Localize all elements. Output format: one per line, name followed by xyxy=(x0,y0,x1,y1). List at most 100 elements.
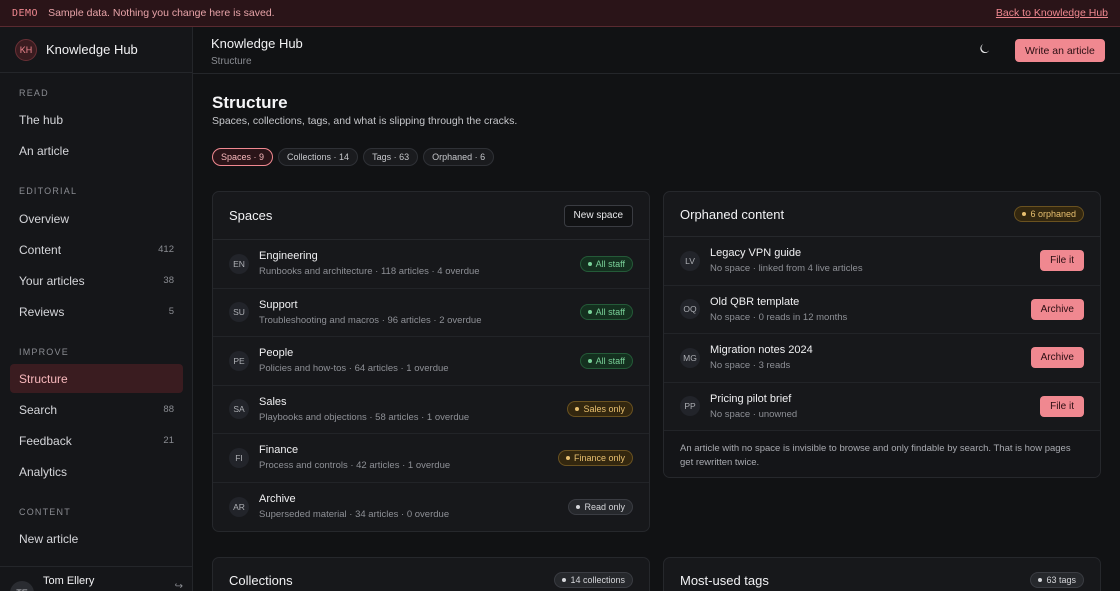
sidebar-item-label: The hub xyxy=(19,112,64,127)
chip-orphaned[interactable]: Orphaned · 6 xyxy=(423,148,495,166)
space-name: People xyxy=(259,347,294,360)
article-meta: No space · linked from 4 live articles xyxy=(710,263,863,275)
space-meta: Process and controls · 42 articles · 1 o… xyxy=(259,460,451,472)
table-row[interactable]: EN Engineering Runbooks and architecture … xyxy=(213,240,649,289)
sidebar-item-overview[interactable]: Overview xyxy=(0,204,193,233)
sidebar-item-structure[interactable]: Structure xyxy=(10,364,183,393)
tags-count-badge: 63 tags xyxy=(1030,572,1084,588)
write-article-button[interactable]: Write an article xyxy=(1015,39,1105,62)
nav-section-content: CONTENT xyxy=(19,507,71,517)
sidebar-item-label: An article xyxy=(19,143,70,158)
list-item[interactable]: LV Legacy VPN guide No space · linked fro… xyxy=(664,237,1100,286)
avatar: AR xyxy=(229,496,249,517)
badge-label: All staff xyxy=(595,307,625,318)
avatar: LV xyxy=(680,250,700,271)
sidebar-item-feedback[interactable]: Feedback 21 xyxy=(0,426,193,455)
tags-card-header: Most-used tags 63 tags xyxy=(664,558,1100,591)
status-badge: All staff xyxy=(579,304,633,321)
page-subtitle: Spaces, collections, tags, and what is s… xyxy=(212,115,518,127)
sidebar-item-an-article[interactable]: An article xyxy=(0,136,193,165)
table-row[interactable]: SA Sales Playbooks and objections · 58 ar… xyxy=(213,386,649,434)
space-name: Archive xyxy=(259,493,296,506)
sidebar-item-label: Content xyxy=(19,242,62,257)
sidebar-item-label: Reviews xyxy=(19,304,65,319)
file-it-button[interactable]: File it xyxy=(1040,250,1084,272)
chip-spaces[interactable]: Spaces · 9 xyxy=(212,148,274,166)
sign-out-icon[interactable]: ↪ xyxy=(175,581,183,591)
sidebar-item-new-article[interactable]: New article xyxy=(0,524,193,553)
avatar: OQ xyxy=(680,299,700,320)
space-name: Support xyxy=(259,298,298,311)
list-item[interactable]: PP Pricing pilot brief No space · unowned… xyxy=(664,383,1100,431)
topbar: Knowledge Hub Structure Write an article xyxy=(193,27,1120,74)
archive-button[interactable]: Archive xyxy=(1030,298,1084,320)
table-row[interactable]: FI Finance Process and controls · 42 arti… xyxy=(213,434,649,483)
dot-icon xyxy=(562,578,567,582)
avatar: PE xyxy=(229,350,249,371)
spaces-card-header: Spaces New space xyxy=(213,192,649,240)
status-badge: Sales only xyxy=(567,401,633,418)
topbar-title: Knowledge Hub xyxy=(211,36,303,51)
orphaned-note: An article with no space is invisible to… xyxy=(664,431,1100,477)
sidebar-item-label: New article xyxy=(19,531,79,546)
orphaned-count-badge: 6 orphaned xyxy=(1014,206,1084,222)
new-space-button[interactable]: New space xyxy=(563,204,633,227)
back-to-hub-link[interactable]: Back to Knowledge Hub xyxy=(996,7,1108,19)
user-profile[interactable]: TE Tom Ellery ↪ xyxy=(0,566,193,591)
avatar: FI xyxy=(229,447,249,468)
main-content: Structure Spaces, collections, tags, and… xyxy=(193,74,1120,591)
avatar: MG xyxy=(680,347,700,368)
avatar: SU xyxy=(229,302,249,323)
list-item[interactable]: MG Migration notes 2024 No space · 3 read… xyxy=(664,334,1100,383)
badge-label: Read only xyxy=(584,501,625,512)
sidebar-item-label: Feedback xyxy=(19,433,72,448)
breadcrumb: Structure xyxy=(211,56,252,67)
avatar: PP xyxy=(680,396,700,417)
moon-icon[interactable] xyxy=(979,43,995,59)
sidebar-item-the-hub[interactable]: The hub xyxy=(0,105,193,134)
sidebar-item-analytics[interactable]: Analytics xyxy=(0,457,193,486)
sidebar-item-content[interactable]: Content 412 xyxy=(0,235,193,264)
article-name: Pricing pilot brief xyxy=(710,392,792,405)
space-name: Sales xyxy=(259,395,287,408)
archive-button[interactable]: Archive xyxy=(1030,347,1084,369)
demo-banner: DEMO Sample data. Nothing you change her… xyxy=(0,0,1120,27)
sidebar-item-your-articles[interactable]: Your articles 38 xyxy=(0,266,193,295)
search-count: 88 xyxy=(163,404,174,415)
badge-label: 14 collections xyxy=(570,575,625,585)
sidebar-item-reviews[interactable]: Reviews 5 xyxy=(0,297,193,326)
sidebar-item-label: Your articles xyxy=(19,273,85,288)
chip-tags[interactable]: Tags · 63 xyxy=(363,148,419,166)
space-name: Engineering xyxy=(259,250,318,263)
space-meta: Superseded material · 34 articles · 0 ov… xyxy=(259,509,450,521)
brand-logo-icon: KH xyxy=(15,38,37,61)
badge-label: 6 orphaned xyxy=(1030,209,1076,219)
sidebar-item-search[interactable]: Search 88 xyxy=(0,395,193,424)
status-badge: Read only xyxy=(568,498,633,515)
table-row[interactable]: SU Support Troubleshooting and macros · 9… xyxy=(213,289,649,337)
dot-icon xyxy=(587,310,592,315)
dot-icon xyxy=(576,504,581,509)
table-row[interactable]: AR Archive Superseded material · 34 artic… xyxy=(213,483,649,532)
brand[interactable]: KH Knowledge Hub xyxy=(0,27,192,73)
reviews-count: 5 xyxy=(168,306,174,317)
nav-section-improve: IMPROVE xyxy=(19,347,69,357)
chip-collections[interactable]: Collections · 14 xyxy=(278,148,359,166)
dot-icon xyxy=(587,261,592,266)
avatar: EN xyxy=(229,253,249,274)
card-title: Orphaned content xyxy=(680,206,785,222)
space-meta: Troubleshooting and macros · 96 articles… xyxy=(259,314,482,326)
demo-tag: DEMO xyxy=(12,7,39,19)
space-meta: Playbooks and objections · 58 articles ·… xyxy=(259,411,470,423)
status-badge: All staff xyxy=(579,255,633,272)
dot-icon xyxy=(1022,212,1027,216)
sidebar-item-label: Structure xyxy=(19,371,68,386)
collections-count-badge: 14 collections xyxy=(554,572,633,588)
spaces-card: Spaces New space EN Engineering Runbooks … xyxy=(212,191,650,532)
dot-icon xyxy=(565,455,570,460)
file-it-button[interactable]: File it xyxy=(1040,395,1084,417)
list-item[interactable]: OQ Old QBR template No space · 0 reads in… xyxy=(664,286,1100,334)
table-row[interactable]: PE People Policies and how-tos · 64 artic… xyxy=(213,337,649,386)
orphaned-card-header: Orphaned content 6 orphaned xyxy=(664,192,1100,237)
dot-icon xyxy=(587,358,592,363)
